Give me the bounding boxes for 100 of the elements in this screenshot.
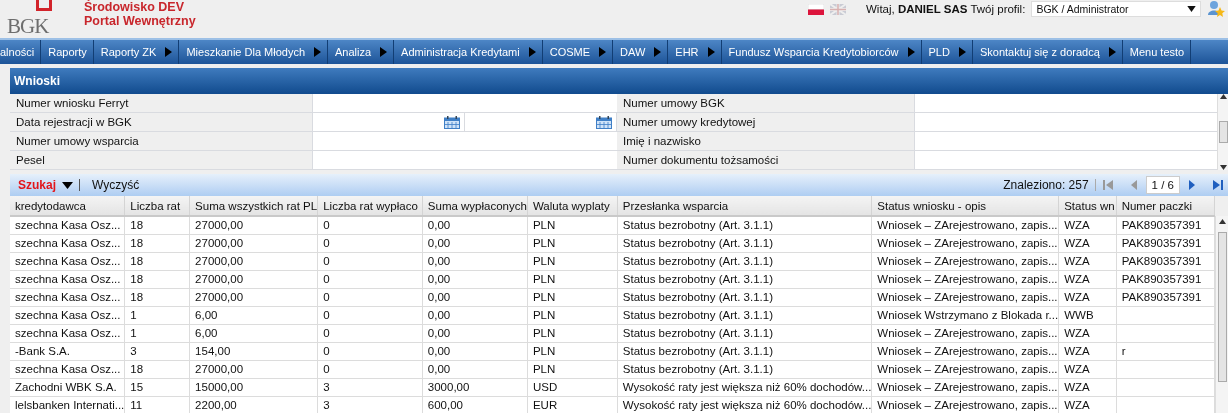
table-cell: 18 — [130, 291, 144, 303]
column-header[interactable]: Liczba rat — [124, 196, 190, 216]
menu-item[interactable]: Menu testo — [1122, 40, 1192, 64]
input-field[interactable] — [313, 94, 617, 113]
table-cell: Status bezrobotny (Art. 3.1.1) — [622, 327, 773, 339]
table-cell: szechna Kasa Osz... — [15, 291, 121, 303]
scrollbar[interactable] — [1217, 94, 1228, 170]
menu-item[interactable]: Raporty ZK — [93, 40, 180, 64]
calendar-icon[interactable] — [596, 115, 612, 129]
table-cell: szechna Kasa Osz... — [15, 273, 121, 285]
table-cell: WZA — [1064, 381, 1090, 393]
search-button[interactable]: Szukaj — [18, 178, 56, 192]
clear-button[interactable]: Wyczyść — [86, 178, 140, 192]
menu-item[interactable]: COSME — [542, 40, 614, 64]
table-cell: PLN — [532, 255, 556, 267]
table-cell: PLN — [532, 363, 556, 375]
table-cell: PLN — [532, 219, 556, 232]
scroll-thumb[interactable] — [1218, 121, 1228, 143]
table-cell: WZA — [1064, 327, 1090, 339]
last-page-icon[interactable] — [1212, 179, 1224, 191]
table-cell: 11 — [130, 399, 143, 411]
table-cell: Status bezrobotny (Art. 3.1.1) — [622, 237, 773, 249]
calendar-icon[interactable] — [444, 115, 460, 129]
scroll-thumb[interactable] — [1217, 232, 1227, 382]
table-cell: WZA — [1064, 363, 1090, 375]
menu-item[interactable]: PLD — [921, 40, 973, 64]
table-cell: 27000,00 — [195, 219, 244, 232]
table-cell: 27000,00 — [195, 291, 244, 303]
table-cell: WZA — [1064, 399, 1090, 411]
user-star-icon[interactable] — [1207, 0, 1226, 18]
menu-item[interactable]: EHR — [668, 40, 722, 64]
dropdown-caret-icon[interactable] — [1187, 6, 1197, 12]
scrollbar[interactable] — [1215, 216, 1228, 413]
column-header[interactable]: Waluta wyplaty — [527, 196, 618, 216]
table-cell: szechna Kasa Osz... — [15, 237, 121, 249]
table-cell: 0 — [323, 255, 330, 267]
input-field[interactable] — [915, 132, 1217, 151]
input-field[interactable] — [915, 151, 1217, 170]
column-header[interactable]: Status wn — [1058, 196, 1117, 216]
table-cell: PLN — [532, 345, 556, 357]
table-cell: EUR — [532, 399, 558, 411]
table-cell: WZA — [1064, 237, 1090, 249]
flag-icon[interactable] — [808, 3, 824, 15]
column-header[interactable]: Numer paczki — [1116, 196, 1215, 216]
menu-item[interactable]: Analiza — [328, 40, 395, 64]
menu-item[interactable]: Administracja Kredytami — [394, 40, 543, 64]
table-cell: PAK890357391 — [1121, 219, 1202, 232]
column-header[interactable]: Suma wypłaconych — [422, 196, 528, 216]
table-cell: 15000,00 — [195, 381, 244, 393]
panel-title: Wnioski — [10, 68, 1228, 94]
menu-item[interactable]: Mieszkanie Dla Młodych — [179, 40, 329, 64]
field-label: Numer dokumentu tożsamości — [617, 151, 915, 170]
table-cell: 0 — [323, 219, 330, 232]
input-field[interactable] — [313, 132, 617, 151]
table-cell: 600,00 — [427, 399, 463, 411]
table-cell: szechna Kasa Osz... — [15, 363, 121, 375]
column-header[interactable]: Suma wszystkich rat PL — [189, 196, 318, 216]
environment-title: Środowisko DEV — [84, 0, 186, 14]
logo-text: BGK — [7, 14, 49, 39]
menu-item[interactable]: alności — [0, 40, 42, 64]
table-cell: 6,00 — [195, 309, 218, 321]
table-cell: 1 — [130, 327, 137, 339]
dropdown-caret-icon[interactable] — [62, 181, 73, 189]
input-field[interactable] — [915, 113, 1217, 132]
column-header[interactable]: Status wniosku - opis — [871, 196, 1059, 216]
date-field[interactable] — [465, 113, 617, 131]
profile-select[interactable]: BGK / Administrator — [1031, 1, 1202, 17]
table-cell: WZA — [1064, 345, 1090, 357]
table-cell: Wniosek – ZArejestrowano, zapis... — [877, 399, 1058, 411]
field-label: Pesel — [10, 151, 313, 170]
table-cell: PAK890357391 — [1121, 237, 1202, 249]
menu-item[interactable]: Fundusz Wsparcia Kredytobiorców — [721, 40, 922, 64]
field-label: Data rejestracji w BGK — [10, 113, 313, 132]
table-cell: 0,00 — [427, 291, 451, 303]
column-header[interactable]: Liczba rat wypłaco — [317, 196, 423, 216]
menu-item[interactable]: Raporty — [41, 40, 94, 64]
table-cell: PAK890357391 — [1121, 291, 1202, 303]
input-field[interactable] — [915, 94, 1217, 113]
table-cell: lelsbanken Internati... — [15, 399, 124, 411]
column-header[interactable]: kredytodawca — [10, 196, 125, 216]
table-cell: 2200,00 — [195, 399, 237, 411]
table-cell: USD — [532, 381, 558, 393]
table-cell: 6,00 — [195, 327, 218, 339]
table-cell: PAK890357391 — [1121, 273, 1202, 285]
menu-item[interactable]: Skontaktuj się z doradcą — [972, 40, 1123, 64]
date-field[interactable] — [313, 113, 465, 131]
scroll-down-icon[interactable] — [1219, 165, 1227, 170]
table-cell: 27000,00 — [195, 255, 244, 267]
table-cell: 3000,00 — [427, 381, 470, 393]
field-label: Numer umowy BGK — [617, 94, 915, 113]
menu-item[interactable]: DAW — [613, 40, 669, 64]
table-cell: PLN — [532, 237, 556, 249]
first-page-icon[interactable] — [1101, 179, 1114, 191]
input-field[interactable] — [313, 151, 617, 170]
table-cell: szechna Kasa Osz... — [15, 309, 121, 321]
table-cell: 154,00 — [195, 345, 231, 357]
field-label: Numer umowy kredytowej — [617, 113, 915, 132]
scroll-up-icon[interactable] — [1218, 219, 1226, 224]
column-header[interactable]: Przesłanka wsparcia — [617, 196, 872, 216]
table-cell: 0,00 — [427, 309, 451, 321]
